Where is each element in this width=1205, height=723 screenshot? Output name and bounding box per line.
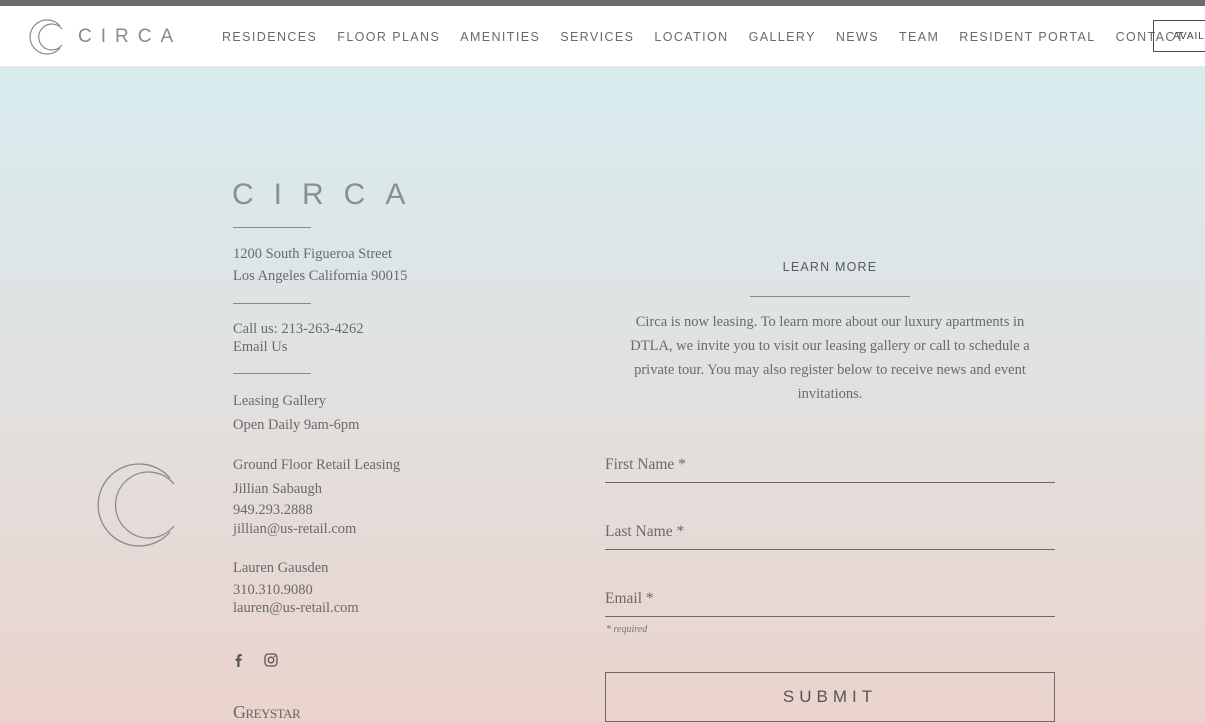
nav-services[interactable]: SERVICES <box>550 30 644 44</box>
nav-resident-portal[interactable]: RESIDENT PORTAL <box>949 30 1105 44</box>
nav-gallery[interactable]: GALLERY <box>739 30 826 44</box>
learn-more-heading: LEARN MORE <box>782 260 878 274</box>
divider <box>750 296 910 297</box>
contact1-name: Jillian Sabaugh <box>233 481 323 497</box>
leasing-gallery-title: Leasing Gallery <box>233 393 327 409</box>
first-name-input[interactable] <box>605 442 1055 482</box>
email-us-link[interactable]: Email Us <box>233 336 287 358</box>
nav-residences[interactable]: RESIDENCES <box>212 30 327 44</box>
nav-location[interactable]: LOCATION <box>644 30 738 44</box>
nav-amenities[interactable]: AMENITIES <box>450 30 550 44</box>
submit-button[interactable]: SUBMIT <box>605 672 1055 722</box>
facebook-icon[interactable] <box>230 652 246 668</box>
instagram-icon[interactable] <box>263 652 279 668</box>
contact2-name: Lauren Gausden <box>233 560 329 576</box>
first-name-field <box>605 442 1055 483</box>
required-note: * required <box>606 624 648 635</box>
main-nav: RESIDENCES FLOOR PLANS AMENITIES SERVICE… <box>212 6 1195 67</box>
contact1-email[interactable]: jillian@us-retail.com <box>233 518 356 540</box>
site-logo[interactable]: CIRCA <box>18 18 182 56</box>
last-name-field <box>605 509 1055 550</box>
contact2-email[interactable]: lauren@us-retail.com <box>233 597 359 619</box>
nav-news[interactable]: NEWS <box>826 30 889 44</box>
divider <box>233 373 311 374</box>
email-input[interactable] <box>605 576 1055 616</box>
leasing-hours: Open Daily 9am-6pm <box>233 417 360 433</box>
availability-button[interactable]: AVAILABILITY <box>1153 20 1205 52</box>
circa-c-logo-icon <box>29 19 63 55</box>
address-line-2: Los Angeles California 90015 <box>233 268 408 284</box>
circa-c-logo-icon <box>97 463 175 547</box>
retail-leasing-title: Ground Floor Retail Leasing <box>233 457 401 473</box>
greystar-logo: Greystar <box>233 702 301 722</box>
address-line-1: 1200 South Figueroa Street <box>233 246 393 262</box>
divider <box>233 303 311 304</box>
last-name-input[interactable] <box>605 509 1055 549</box>
divider <box>233 227 311 228</box>
nav-team[interactable]: TEAM <box>889 30 949 44</box>
footer-wordmark: CIRCA <box>232 178 426 211</box>
email-field <box>605 576 1055 617</box>
site-header: CIRCA RESIDENCES FLOOR PLANS AMENITIES S… <box>0 6 1205 67</box>
logo-wordmark: CIRCA <box>78 26 183 47</box>
nav-floor-plans[interactable]: FLOOR PLANS <box>327 30 450 44</box>
leasing-intro-text: Circa is now leasing. To learn more abou… <box>630 314 1030 402</box>
